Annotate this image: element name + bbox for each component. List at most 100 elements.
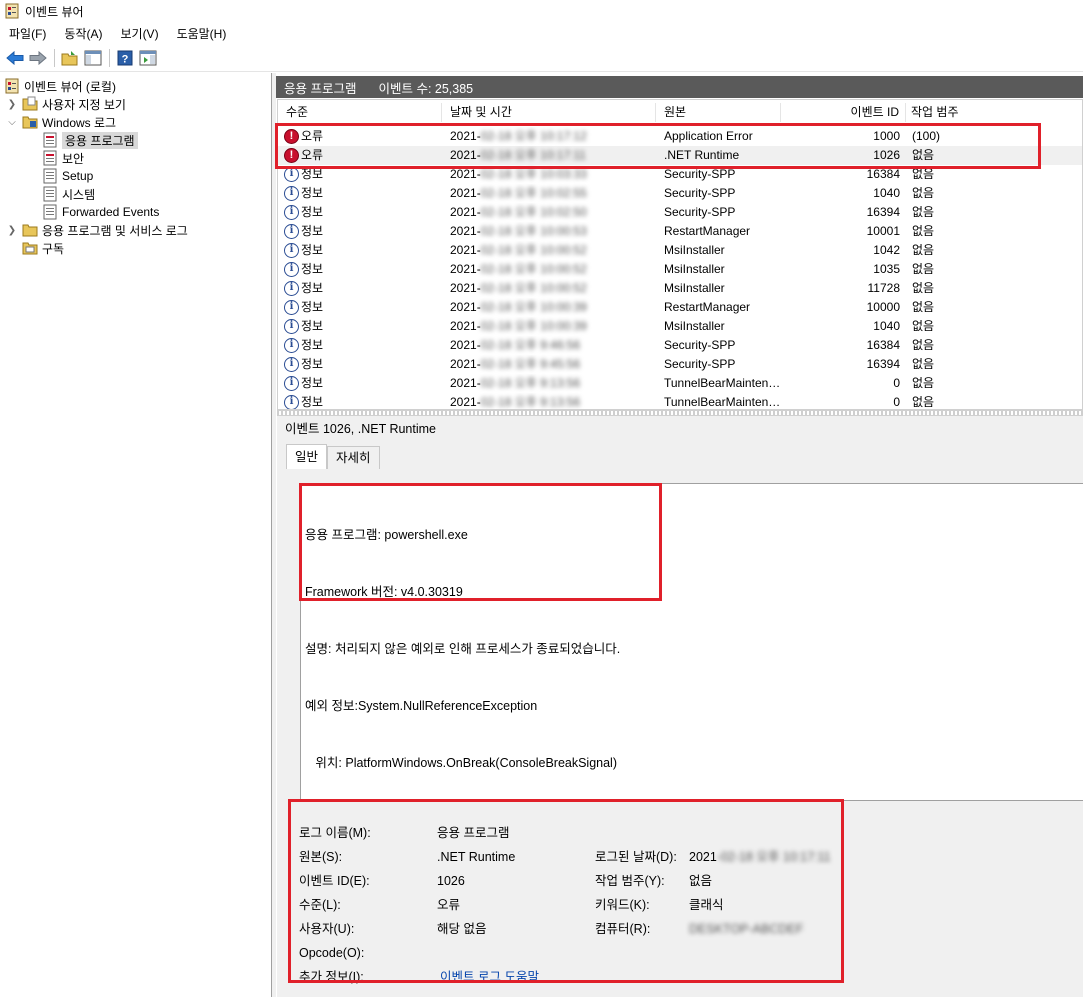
event-row[interactable]: i 정보 2021-02-18 오후 10:00:52 MsiInstaller 117… [278,279,1082,298]
event-row[interactable]: ! 오류 2021-02-18 오후 10:17:11 .NET Runtime 102… [278,146,1082,165]
column-header-source[interactable]: 원본 [656,103,781,122]
tree-label: 보안 [62,151,85,166]
vertical-splitter[interactable] [272,73,276,997]
event-description-box[interactable]: 응용 프로그램: powershell.exe Framework 버전: v4… [300,483,1083,801]
folder-icon [22,96,38,112]
event-source: Security-SPP [664,167,736,181]
expand-chevron-icon[interactable]: ❯ [6,225,18,236]
logged-date-label: 로그된 날짜(D): [595,850,677,864]
tab-details[interactable]: 자세히 [327,446,380,469]
menu-action[interactable]: 동작(A) [55,25,111,42]
event-source: MsiInstaller [664,281,725,295]
event-source: Security-SPP [664,205,736,219]
tree-item-security[interactable]: 보안 [42,149,84,167]
event-viewer-app-icon [5,3,19,19]
event-row[interactable]: i 정보 2021-02-18 오후 9:13:56 TunnelBearMainte… [278,393,1082,409]
pane-title: 응용 프로그램 [284,81,357,96]
info-icon: i [284,262,299,277]
info-icon: i [284,167,299,182]
show-hide-tree-icon[interactable] [82,48,104,68]
event-level: 정보 [301,300,324,314]
menu-file[interactable]: 파일(F) [0,25,55,42]
tree-item-custom-views[interactable]: ❯ 사용자 지정 보기 [6,95,126,113]
toolbar-separator [109,49,110,67]
expand-chevron-icon[interactable]: ❯ [6,99,18,110]
help-icon[interactable]: ? [114,48,136,68]
tree-item-windows-logs[interactable]: ⌵ Windows 로그 [6,113,116,131]
tree-label: 응용 프로그램 [62,131,138,149]
collapse-chevron-icon[interactable]: ⌵ [6,117,18,128]
event-id: 1035 [873,262,900,276]
event-datetime: 2021-02-18 오후 10:00:52 [450,281,587,295]
description-line: 위치: PlatformWindows.OnBreak(ConsoleBreak… [305,756,618,770]
tree-item-app-services-logs[interactable]: ❯ 응용 프로그램 및 서비스 로그 [6,221,188,239]
event-source: Security-SPP [664,357,736,371]
navigation-tree: 이벤트 뷰어 (로컬) ❯ 사용자 지정 보기 ⌵ Windows 로그 응용 … [0,73,272,997]
subscription-icon [22,240,38,256]
event-source: Application Error [664,129,753,143]
tree-item-subscriptions[interactable]: 구독 [22,239,64,257]
tree-item-system[interactable]: 시스템 [42,185,95,203]
event-row[interactable]: i 정보 2021-02-18 오후 10:00:39 RestartManager 1… [278,298,1082,317]
menu-help[interactable]: 도움말(H) [168,25,236,42]
event-row[interactable]: i 정보 2021-02-18 오후 9:45:56 Security-SPP 1639… [278,355,1082,374]
event-category: 없음 [912,376,935,390]
log-icon [42,132,58,148]
event-row[interactable]: i 정보 2021-02-18 오후 9:13:56 TunnelBearMainte… [278,374,1082,393]
info-icon: i [284,243,299,258]
event-source: MsiInstaller [664,319,725,333]
show-hide-action-pane-icon[interactable] [137,48,159,68]
event-category: 없음 [912,319,935,333]
column-header-category[interactable]: 작업 범주 [906,103,1082,122]
tree-item-application[interactable]: 응용 프로그램 [42,131,138,149]
event-datetime: 2021-02-18 오후 10:02:50 [450,205,587,219]
back-arrow-icon[interactable] [4,48,26,68]
info-icon: i [284,300,299,315]
description-line: 응용 프로그램: powershell.exe [305,528,468,542]
event-source: .NET Runtime [664,148,740,162]
log-icon [42,168,58,184]
event-level: 정보 [301,262,324,276]
folder-icon [22,114,38,130]
tree-item-forwarded-events[interactable]: Forwarded Events [42,203,159,221]
event-datetime: 2021-02-18 오후 9:45:56 [450,357,581,371]
event-id: 11728 [867,281,900,295]
event-datetime: 2021-02-18 오후 10:00:53 [450,224,587,238]
event-row[interactable]: ! 오류 2021-02-18 오후 10:17:12 Application Err… [278,127,1082,146]
event-row[interactable]: i 정보 2021-02-18 오후 10:00:52 MsiInstaller 104… [278,241,1082,260]
tree-label: 이벤트 뷰어 (로컬) [24,79,116,94]
event-row[interactable]: i 정보 2021-02-18 오후 10:00:52 MsiInstaller 103… [278,260,1082,279]
column-header-level[interactable]: 수준 [278,103,442,122]
open-folder-icon[interactable] [59,48,81,68]
event-level: 오류 [301,148,324,162]
tab-general[interactable]: 일반 [286,444,328,469]
event-row[interactable]: i 정보 2021-02-18 오후 10:02:50 Security-SPP 163… [278,203,1082,222]
info-icon: i [284,395,299,409]
column-header-datetime[interactable]: 날짜 및 시간 [442,103,656,122]
tree-item-event-viewer-local[interactable]: 이벤트 뷰어 (로컬) [4,77,116,95]
event-log-help-link[interactable]: 이벤트 로그 도움말 [440,967,539,987]
keyword-label: 키워드(K): [595,898,650,912]
event-datetime: 2021-02-18 오후 10:00:39 [450,300,587,314]
column-header-row: 수준 날짜 및 시간 원본 이벤트 ID 작업 범주 [278,103,1082,122]
event-id: 0 [893,376,900,390]
tree-label: 응용 프로그램 및 서비스 로그 [42,223,188,238]
event-row[interactable]: i 정보 2021-02-18 오후 10:00:53 RestartManager 1… [278,222,1082,241]
tree-item-setup[interactable]: Setup [42,167,93,185]
event-category: 없음 [912,148,935,162]
event-level: 오류 [301,129,324,143]
event-row[interactable]: i 정보 2021-02-18 오후 10:03:33 Security-SPP 163… [278,165,1082,184]
event-row[interactable]: i 정보 2021-02-18 오후 10:02:55 Security-SPP 104… [278,184,1082,203]
event-row[interactable]: i 정보 2021-02-18 오후 9:46:56 Security-SPP 1638… [278,336,1082,355]
event-row[interactable]: i 정보 2021-02-18 오후 10:00:39 MsiInstaller 104… [278,317,1082,336]
column-header-event-id[interactable]: 이벤트 ID [781,103,906,122]
event-level: 정보 [301,357,324,371]
event-id: 1042 [873,243,900,257]
menu-view[interactable]: 보기(V) [111,25,167,42]
category-label: 작업 범주(Y): [595,874,665,888]
event-category: 없음 [912,167,935,181]
logged-date-value: 2021-02-18 오후 10:17:11 [689,850,831,864]
forward-arrow-icon[interactable] [27,48,49,68]
info-icon: i [284,205,299,220]
event-level: 정보 [301,395,324,409]
